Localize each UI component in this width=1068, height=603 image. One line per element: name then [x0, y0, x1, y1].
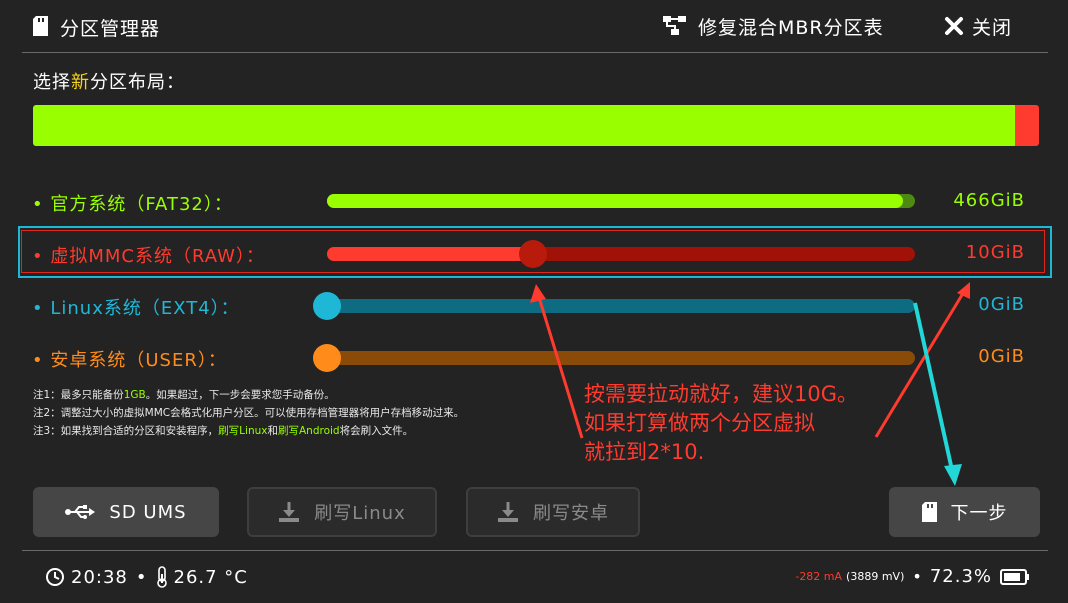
partition-slider-linux[interactable]: [313, 292, 915, 320]
slider-fill: [327, 194, 904, 208]
battery-icon: [1000, 568, 1030, 585]
subtitle-highlight: 新: [71, 72, 90, 93]
separator-dot: •: [135, 566, 148, 588]
annotation-text: 按需要拉动就好，建议10G。 如果打算做两个分区虚拟 就拉到2*10.: [584, 380, 858, 467]
slider-knob[interactable]: [518, 240, 547, 268]
partition-size: 466GiB: [953, 190, 1025, 211]
partition-row-fat32: • 官方系统（FAT32）：: [32, 190, 233, 216]
layout-overview-bar: [33, 105, 1039, 146]
partition-label: Linux系统（EXT4）：: [50, 298, 240, 319]
clock-icon: [45, 567, 65, 587]
button-label: 刷写Linux: [314, 503, 406, 524]
footer-right: -282 mA (3889 mV) • 72.3%: [795, 566, 1030, 587]
overview-segment-mmc: [1015, 105, 1039, 146]
close-button[interactable]: 关闭: [944, 12, 1012, 40]
subtitle-suffix: 分区布局：: [90, 72, 185, 93]
clock-time: 20:38: [71, 566, 128, 588]
annotation-line: 如果打算做两个分区虚拟: [584, 411, 815, 435]
footer-divider: [22, 550, 1048, 551]
note-text: 注1：最多只能备份: [33, 389, 124, 401]
partition-label: 官方系统（FAT32）：: [50, 194, 233, 215]
header-divider: [22, 52, 1048, 53]
app-title: 分区管理器: [60, 18, 161, 40]
partition-row-android: • 安卓系统（USER）：: [32, 346, 227, 372]
battery-voltage: (3889 mV): [846, 570, 905, 583]
note-text: 。如果超过，下一步会要求您手动备份。: [145, 389, 335, 401]
battery-current: -282 mA: [795, 570, 843, 583]
button-label: 刷写安卓: [533, 503, 609, 524]
partition-slider-android[interactable]: [313, 344, 915, 372]
download-icon: [278, 501, 300, 523]
annotation-line: 就拉到2*10.: [584, 440, 705, 464]
note-1: 注1：最多只能备份1GB。如果超过，下一步会要求您手动备份。: [33, 386, 464, 404]
note-2: 注2：调整过大小的虚拟MMC会格式化用户分区。可以使用存档管理器将用户存档移动过…: [33, 407, 465, 419]
note-text: 和: [267, 425, 278, 437]
temperature: 26.7 °C: [173, 566, 248, 588]
partition-size: 0GiB: [978, 294, 1025, 315]
layout-subtitle: 选择新分区布局：: [33, 68, 185, 94]
footer-left: 20:38 • 26.7 °C: [45, 566, 248, 588]
bullet: •: [32, 246, 51, 267]
header-bar: 分区管理器 修复混合MBR分区表 关闭: [0, 0, 1068, 52]
sd-ums-button[interactable]: SD UMS: [33, 487, 219, 537]
note-highlight: 1GB: [123, 389, 146, 401]
fix-mbr-button[interactable]: 修复混合MBR分区表: [662, 12, 884, 40]
flash-android-button[interactable]: 刷写安卓: [466, 487, 640, 537]
sd-card-icon: [33, 16, 48, 40]
download-icon: [497, 501, 519, 523]
flash-linux-button[interactable]: 刷写Linux: [247, 487, 437, 537]
slider-knob[interactable]: [313, 344, 341, 372]
note-text: 将会刷入文件。: [339, 425, 414, 437]
partition-row-mmc: • 虚拟MMC系统（RAW）：: [32, 242, 265, 268]
button-label: SD UMS: [109, 501, 187, 523]
note-text: 注3：如果找到合适的分区和安装程序，: [33, 425, 219, 437]
hierarchy-icon: [662, 15, 688, 37]
partition-row-linux: • Linux系统（EXT4）：: [32, 294, 240, 320]
subtitle-prefix: 选择: [33, 72, 71, 93]
slider-fill: [327, 247, 533, 261]
partition-label: 安卓系统（USER）：: [50, 350, 227, 371]
sd-card-icon: [921, 502, 937, 522]
note-highlight: 刷写Linux: [218, 425, 268, 437]
note-3: 注3：如果找到合适的分区和安装程序，刷写Linux和刷写Android将会刷入文…: [33, 422, 464, 440]
note-highlight: 刷写Android: [277, 425, 340, 437]
partition-slider-mmc[interactable]: [327, 240, 915, 268]
partition-size: 10GiB: [965, 242, 1025, 263]
usb-icon: [65, 504, 96, 520]
notes: 注1：最多只能备份1GB。如果超过，下一步会要求您手动备份。 注2：调整过大小的…: [33, 386, 464, 440]
fix-mbr-label: 修复混合MBR分区表: [698, 16, 884, 39]
bullet: •: [32, 194, 51, 215]
separator-dot: •: [912, 567, 922, 586]
partition-size: 0GiB: [978, 346, 1025, 367]
button-label: 下一步: [950, 503, 1008, 524]
partition-label: 虚拟MMC系统（RAW）：: [50, 246, 265, 267]
close-label: 关闭: [972, 16, 1013, 39]
bullet: •: [32, 350, 51, 371]
slider-knob[interactable]: [313, 292, 341, 320]
battery-percent: 72.3%: [929, 566, 992, 587]
annotation-line: 按需要拉动就好，建议10G。: [584, 382, 858, 406]
close-icon: [944, 16, 964, 36]
bullet: •: [32, 298, 51, 319]
overview-segment-fat32: [33, 105, 1015, 146]
next-button[interactable]: 下一步: [889, 487, 1040, 537]
partition-slider-fat32[interactable]: [327, 194, 915, 208]
thermometer-icon: [156, 566, 168, 588]
